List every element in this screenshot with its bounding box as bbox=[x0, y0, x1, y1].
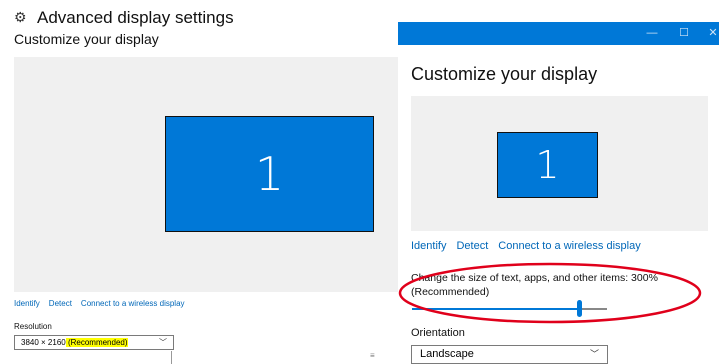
orientation-dropdown[interactable]: Landscape ﹀ bbox=[411, 345, 608, 364]
divider bbox=[171, 351, 172, 364]
window-titlebar[interactable] bbox=[398, 22, 719, 45]
maximize-button[interactable]: ☐ bbox=[674, 22, 694, 45]
recommended-highlight: (Recommended) bbox=[65, 338, 128, 347]
identify-link[interactable]: Identify bbox=[411, 240, 446, 252]
close-button[interactable]: ✕ bbox=[703, 22, 719, 45]
display-links: Identify Detect Connect to a wireless disp… bbox=[411, 240, 651, 252]
monitor-1-tile[interactable]: 1 bbox=[497, 132, 598, 198]
minimize-button[interactable]: — bbox=[642, 22, 662, 45]
resolution-dropdown[interactable]: 3840 × 2160 (Recommended) ﹀ bbox=[14, 335, 174, 350]
section-subtitle: Customize your display bbox=[14, 31, 159, 47]
detect-link[interactable]: Detect bbox=[49, 299, 72, 308]
resolution-label: Resolution bbox=[14, 322, 52, 331]
orientation-label: Orientation bbox=[411, 327, 465, 339]
monitor-1-tile[interactable]: 1 bbox=[165, 116, 374, 232]
gear-icon: ⚙ bbox=[14, 9, 27, 25]
window-heading: Customize your display bbox=[411, 64, 598, 84]
orientation-value: Landscape bbox=[420, 348, 474, 360]
display-links: Identify Detect Connect to a wireless disp… bbox=[14, 299, 194, 308]
chevron-down-icon: ﹀ bbox=[159, 338, 167, 347]
wireless-display-link[interactable]: Connect to a wireless display bbox=[498, 240, 640, 252]
identify-link[interactable]: Identify bbox=[14, 299, 40, 308]
annotation-ellipse bbox=[398, 262, 702, 324]
chevron-down-icon: ﹀ bbox=[589, 349, 599, 359]
resolution-value: 3840 × 2160 bbox=[21, 338, 66, 347]
detect-link[interactable]: Detect bbox=[456, 240, 488, 252]
resize-grip-icon: ≡ bbox=[370, 351, 375, 360]
page-title: Advanced display settings bbox=[37, 8, 234, 27]
wireless-display-link[interactable]: Connect to a wireless display bbox=[81, 299, 185, 308]
